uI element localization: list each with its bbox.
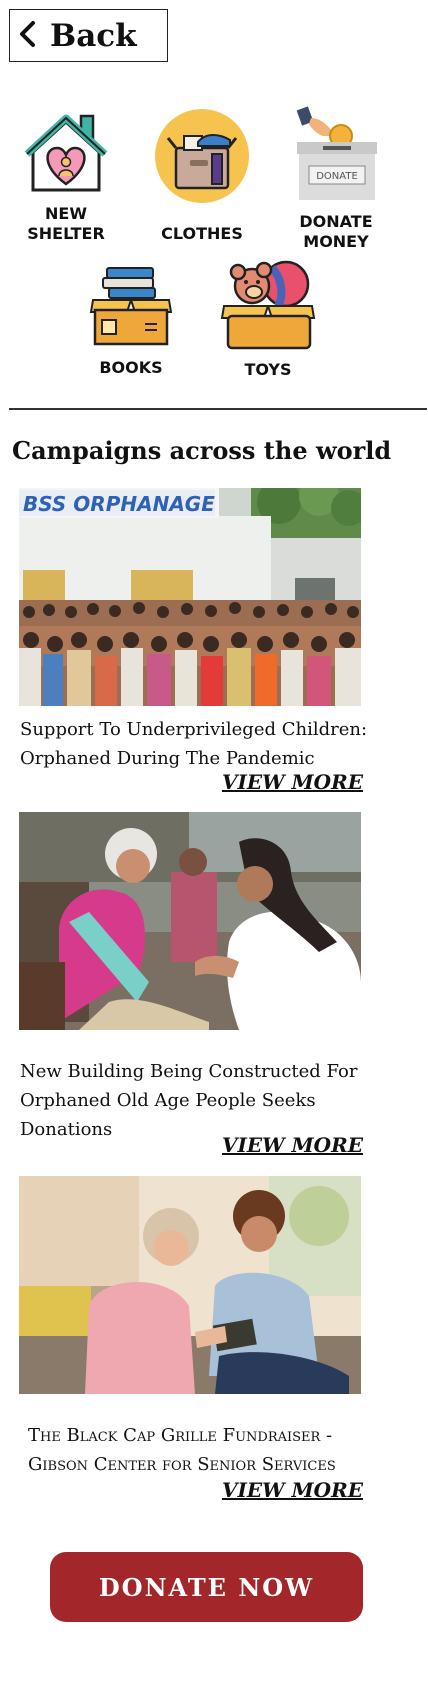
campaign-title: Support To Underprivileged Children: Orp… <box>20 715 390 773</box>
view-more-link[interactable]: VIEW MORE <box>222 770 363 794</box>
books-box-icon <box>89 264 173 352</box>
house-heart-icon <box>23 110 109 200</box>
toys-box-icon <box>220 256 316 356</box>
campaign-title-line: Orphaned During The Pandemic <box>20 748 315 769</box>
campaign-image-orphanage[interactable]: BSS ORPHANAGE <box>19 488 361 706</box>
view-more-link[interactable]: VIEW MORE <box>222 1133 363 1157</box>
category-label: TOYS <box>244 360 292 379</box>
back-label: Back <box>50 17 137 54</box>
section-title: Campaigns across the world <box>12 436 392 465</box>
campaign-title-line: The Black Cap Grille Fundraiser - <box>28 1425 333 1446</box>
campaign-title: New Building Being Constructed For Orpha… <box>20 1057 390 1144</box>
orphanage-sign: BSS ORPHANAGE <box>23 492 215 516</box>
category-toys[interactable]: TOYS <box>218 256 318 380</box>
campaign-image-seniors[interactable] <box>19 1176 361 1394</box>
campaign-title-line: Gibson Center for Senior Services <box>28 1454 336 1475</box>
category-label: NEW SHELTER <box>27 204 105 243</box>
view-more-link[interactable]: VIEW MORE <box>222 1478 363 1502</box>
campaign-title-line: Support To Underprivileged Children: <box>20 719 368 740</box>
category-clothes[interactable]: CLOTHES <box>150 108 254 244</box>
category-donate-money[interactable]: DONATE DONATE MONEY <box>284 106 388 252</box>
divider <box>9 408 427 410</box>
donate-now-button[interactable]: DONATE NOW <box>50 1552 363 1622</box>
chevron-left-icon <box>18 20 38 52</box>
category-label: BOOKS <box>99 358 163 377</box>
category-label: CLOTHES <box>161 224 243 243</box>
category-books[interactable]: BOOKS <box>86 264 176 378</box>
campaign-title: The Black Cap Grille Fundraiser - Gibson… <box>28 1421 398 1479</box>
campaign-title-line: New Building Being Constructed For <box>20 1061 358 1082</box>
category-new-shelter[interactable]: NEW SHELTER <box>20 110 112 244</box>
donation-box-icon: DONATE <box>293 106 379 208</box>
category-label: DONATE MONEY <box>299 212 373 251</box>
back-button[interactable]: Back <box>9 9 168 62</box>
campaign-image-elderly[interactable] <box>19 812 361 1030</box>
clothes-box-icon <box>154 108 250 208</box>
donate-icon-text: DONATE <box>316 171 358 182</box>
